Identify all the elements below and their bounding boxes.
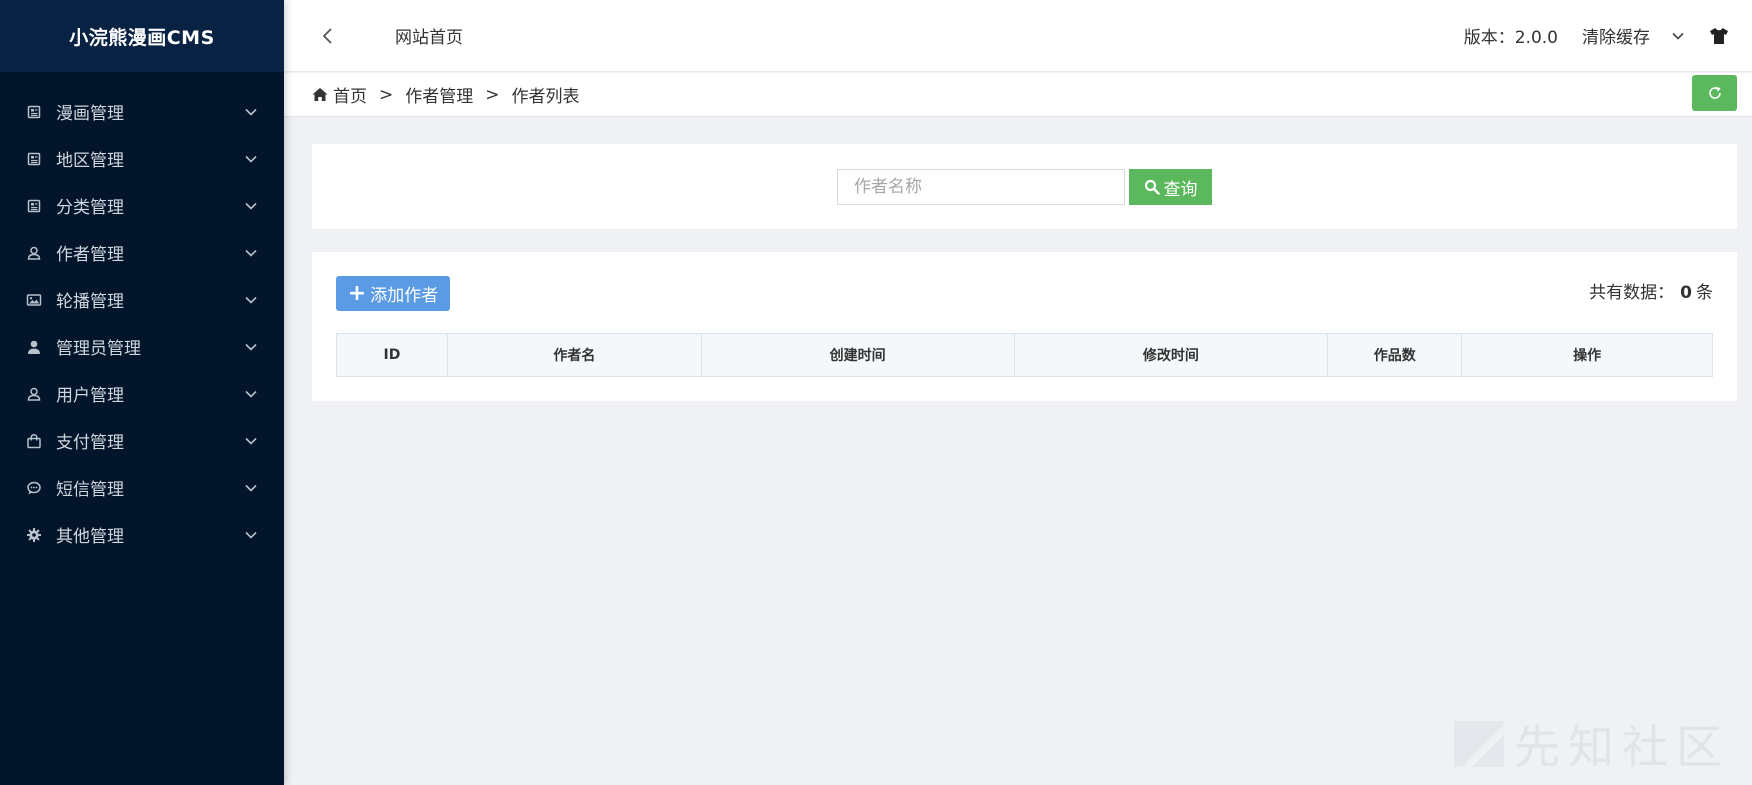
chevron-down-icon (244, 434, 258, 448)
user-outline-icon (26, 386, 42, 402)
column-header-actions: 操作 (1461, 333, 1713, 377)
sidebar-item-label: 用户管理 (56, 386, 124, 406)
chevron-down-icon (244, 293, 258, 307)
plus-icon: + (347, 280, 367, 306)
top-header: 网站首页 版本：2.0.0 清除缓存 (284, 0, 1752, 72)
watermark-text: 先知社区 (1514, 720, 1730, 774)
sidebar-item-label: 漫画管理 (56, 104, 124, 124)
sidebar-item-sms[interactable]: 短信管理 (0, 464, 284, 511)
sidebar-menu: 漫画管理 地区管理 分类管理 作者管理 轮播管理 管理员管理 用户管理 支付管理… (0, 88, 284, 558)
column-header-created-time: 创建时间 (700, 333, 1015, 377)
column-header-works-count: 作品数 (1327, 333, 1463, 377)
user-outline-icon (26, 245, 42, 261)
table-header-row: ID 作者名 创建时间 修改时间 作品数 操作 (336, 333, 1713, 377)
chevron-down-icon (1672, 32, 1684, 40)
sidebar: 小浣熊漫画CMS 漫画管理 地区管理 分类管理 作者管理 轮播管理 管理员管理 … (0, 0, 284, 785)
tshirt-icon (1710, 27, 1728, 44)
chevron-down-icon (244, 246, 258, 260)
newspaper-icon (26, 151, 42, 167)
refresh-button[interactable] (1692, 75, 1737, 111)
add-author-label: 添加作者 (370, 286, 439, 306)
add-author-button[interactable]: + 添加作者 (336, 276, 450, 311)
clear-cache-button[interactable]: 清除缓存 (1582, 23, 1650, 48)
sidebar-item-label: 短信管理 (56, 480, 124, 500)
sidebar-item-admin[interactable]: 管理员管理 (0, 323, 284, 370)
author-name-input[interactable] (837, 169, 1125, 205)
gear-icon (26, 527, 42, 543)
record-count-value: 0 (1680, 283, 1692, 303)
breadcrumb-author-list: 作者列表 (511, 87, 580, 107)
image-icon (26, 292, 42, 308)
watermark: 先知社区 (1452, 711, 1730, 777)
breadcrumb-home[interactable]: 首页 (333, 82, 367, 107)
shopping-bag-icon (26, 433, 42, 449)
breadcrumb: 首页 > 作者管理 > 作者列表 (284, 73, 1752, 117)
theme-button[interactable] (1708, 25, 1730, 47)
sidebar-item-category[interactable]: 分类管理 (0, 182, 284, 229)
sidebar-item-label: 其他管理 (56, 527, 124, 547)
chevron-down-icon (244, 152, 258, 166)
sidebar-item-label: 支付管理 (56, 433, 124, 453)
sidebar-item-author[interactable]: 作者管理 (0, 229, 284, 276)
sidebar-item-carousel[interactable]: 轮播管理 (0, 276, 284, 323)
newspaper-icon (26, 104, 42, 120)
record-count: 共有数据： 0 条 (1589, 278, 1713, 303)
sidebar-item-other[interactable]: 其他管理 (0, 511, 284, 558)
sidebar-item-label: 轮播管理 (56, 292, 124, 312)
breadcrumb-separator: > (485, 84, 500, 105)
user-solid-icon (26, 339, 42, 355)
chevron-down-icon (244, 199, 258, 213)
search-button[interactable]: 查询 (1129, 169, 1212, 205)
sidebar-item-users[interactable]: 用户管理 (0, 370, 284, 417)
watermark-logo-icon (1454, 721, 1504, 767)
sidebar-item-payment[interactable]: 支付管理 (0, 417, 284, 464)
header-actions: 版本：2.0.0 清除缓存 (1464, 23, 1752, 48)
back-button[interactable] (313, 21, 343, 51)
home-icon (312, 87, 328, 103)
chevron-down-icon (244, 481, 258, 495)
breadcrumb-separator: > (379, 84, 394, 105)
version-label: 版本：2.0.0 (1463, 28, 1558, 48)
search-icon (1144, 179, 1160, 195)
search-button-label: 查询 (1163, 179, 1198, 200)
chevron-down-icon (244, 387, 258, 401)
sidebar-item-label: 管理员管理 (56, 339, 141, 359)
record-count-prefix: 共有数据： (1589, 283, 1675, 303)
column-header-modified-time: 修改时间 (1013, 333, 1329, 377)
app-logo: 小浣熊漫画CMS (0, 0, 284, 72)
chevron-left-icon (322, 27, 332, 44)
chevron-down-icon (244, 340, 258, 354)
newspaper-icon (26, 198, 42, 214)
breadcrumb-author-manage[interactable]: 作者管理 (405, 82, 473, 107)
header-dropdown-toggle[interactable] (1668, 26, 1688, 46)
sidebar-item-label: 地区管理 (56, 151, 124, 171)
sidebar-item-comic[interactable]: 漫画管理 (0, 88, 284, 135)
record-count-suffix: 条 (1696, 283, 1713, 303)
search-panel: 查询 (312, 144, 1737, 229)
refresh-icon (1708, 86, 1721, 99)
author-list-panel: + 添加作者 共有数据： 0 条 ID 作者名 创建时间 修改时间 作品数 操作 (312, 252, 1737, 401)
author-table: ID 作者名 创建时间 修改时间 作品数 操作 (336, 333, 1713, 377)
sidebar-item-region[interactable]: 地区管理 (0, 135, 284, 182)
chevron-down-icon (244, 105, 258, 119)
chevron-down-icon (244, 528, 258, 542)
header-home-link[interactable]: 网站首页 (395, 23, 463, 48)
column-header-author-name: 作者名 (446, 333, 702, 377)
column-header-id: ID (336, 333, 448, 377)
comment-icon (26, 480, 42, 496)
sidebar-item-label: 分类管理 (56, 198, 124, 218)
sidebar-item-label: 作者管理 (56, 245, 124, 265)
